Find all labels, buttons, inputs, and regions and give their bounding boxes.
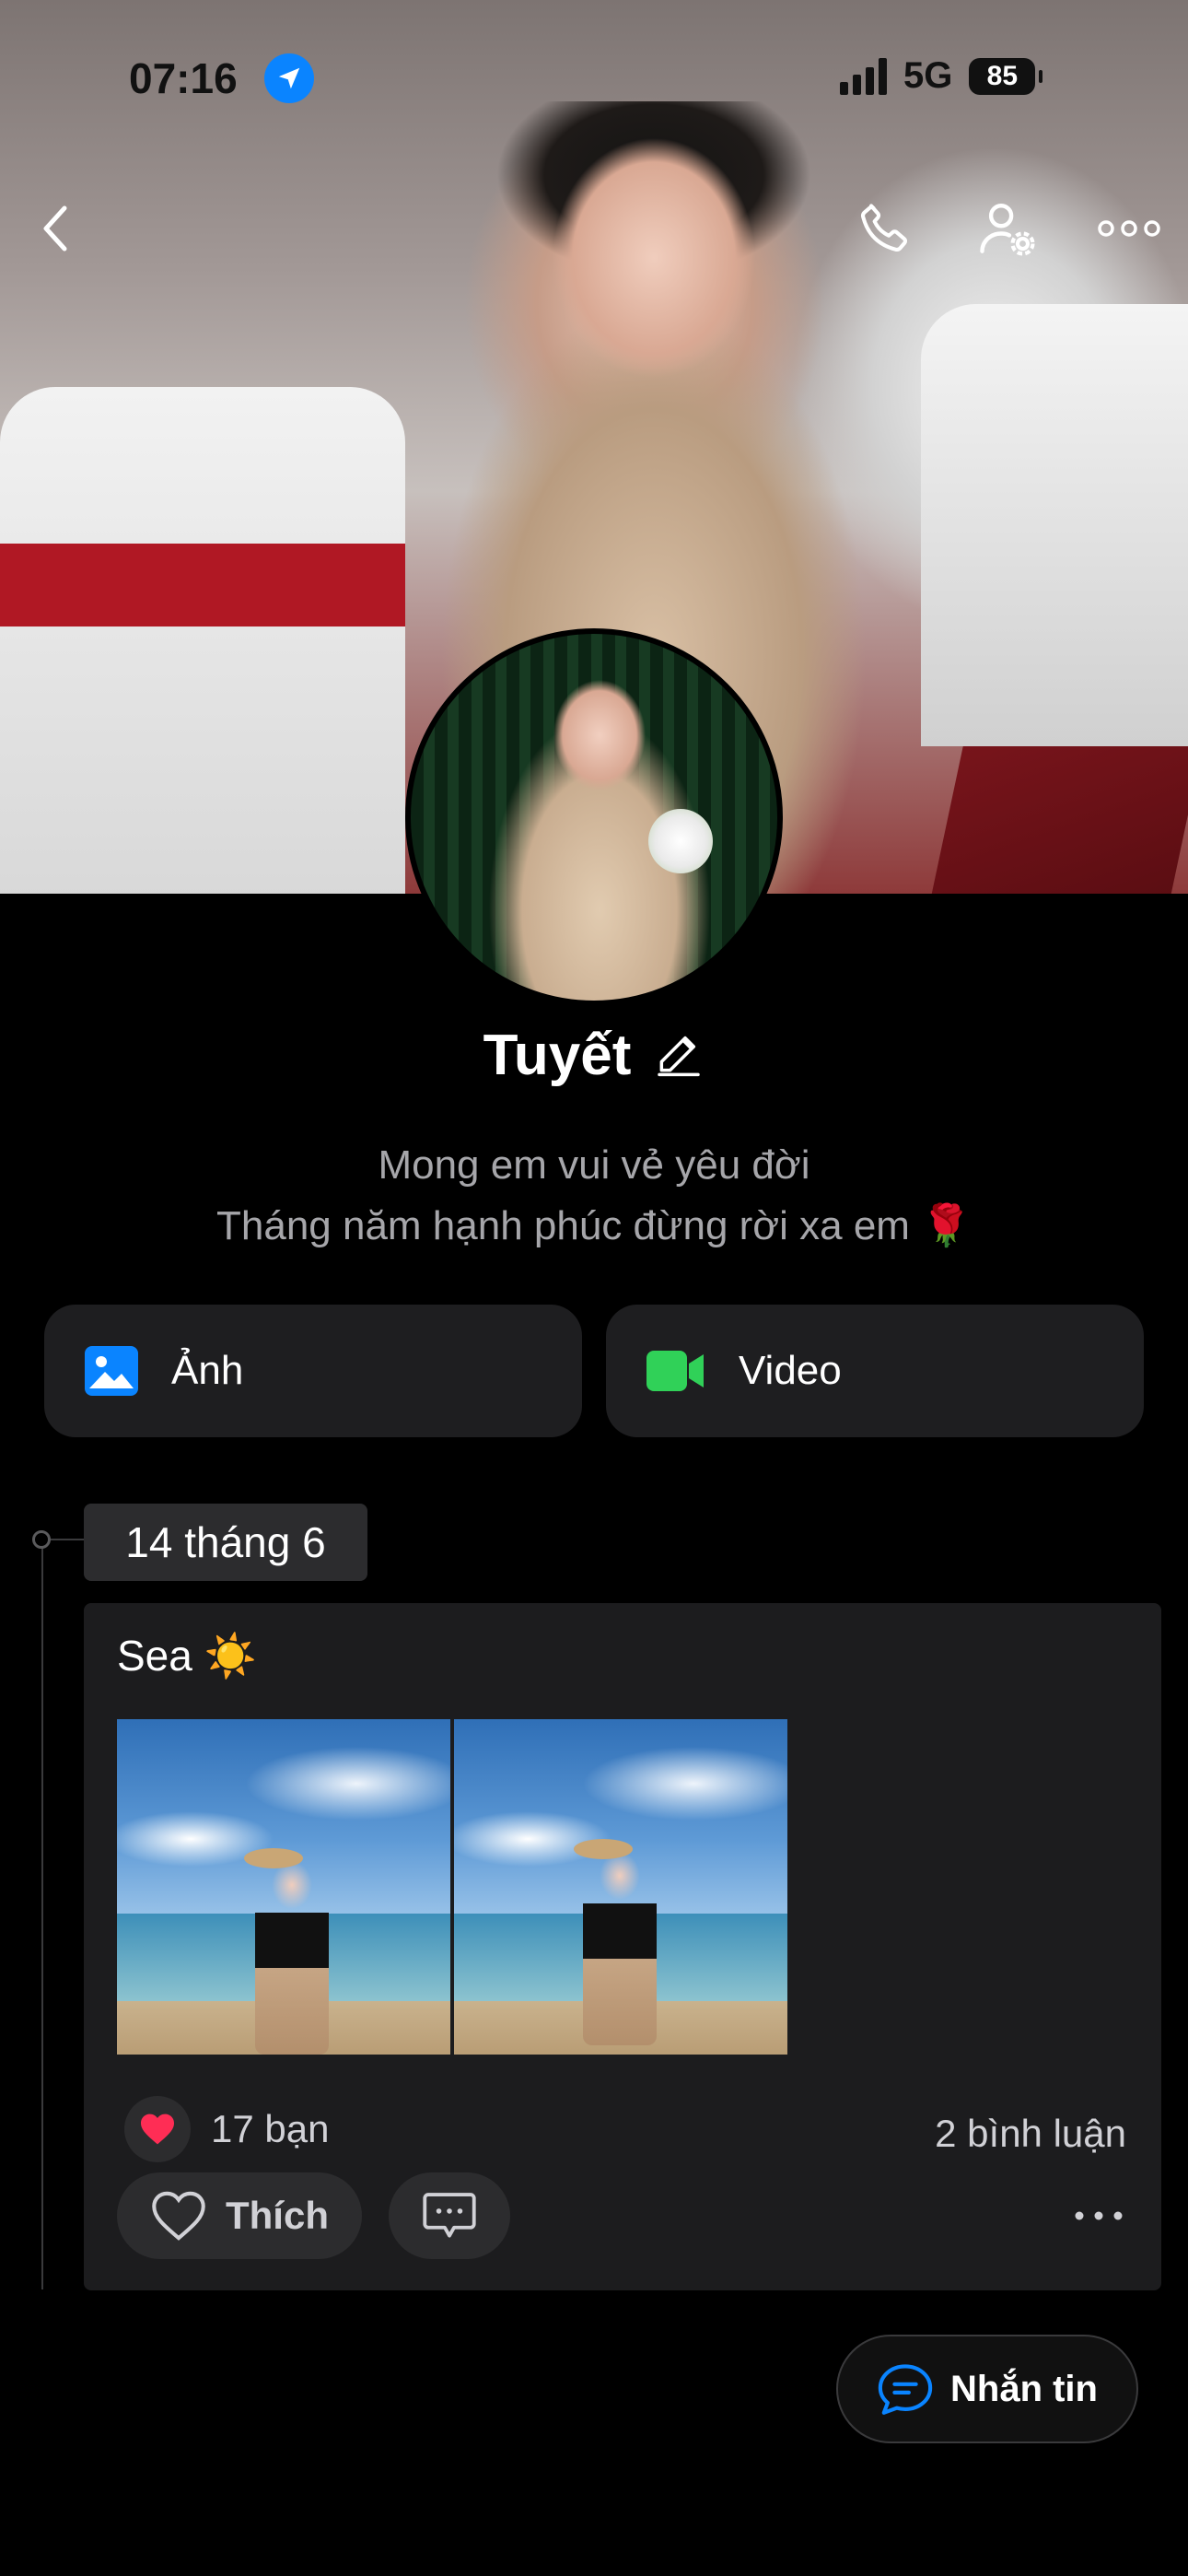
like-label: Thích [226,2194,329,2237]
edit-name-button[interactable] [653,1027,705,1083]
profile-bio: Mong em vui vẻ yêu đời Tháng năm hạnh ph… [0,1135,1188,1257]
post-more-button[interactable] [1071,2193,1126,2239]
post-caption: Sea ☀️ [117,1632,257,1680]
videos-label: Video [739,1348,842,1393]
photo-icon [85,1346,138,1396]
cover-chairs-right [921,304,1188,746]
battery-icon: 85 [969,57,1043,95]
ellipsis-icon [1098,220,1160,237]
message-label: Nhắn tin [950,2368,1098,2409]
comment-button[interactable] [389,2172,510,2259]
profile-settings-button[interactable] [971,192,1044,265]
timeline-connector [51,1539,84,1540]
comments-count[interactable]: 2 bình luận [935,2112,1126,2156]
likes-count: 17 bạn [211,2107,330,2150]
network-label: 5G [903,55,953,96]
timeline-line [41,1543,43,2289]
avatar-bouquet [648,809,713,873]
bio-line-2: Tháng năm hạnh phúc đừng rời xa em 🌹 [216,1203,972,1248]
phone-icon [861,204,908,252]
timeline-dot [32,1530,51,1549]
like-button[interactable]: Thích [117,2172,362,2259]
name-row: Tuyết [0,1023,1188,1088]
comment-icon [423,2193,476,2238]
photos-label: Ảnh [171,1348,244,1393]
status-indicators: 5G 85 [840,55,1043,97]
ellipsis-icon [1075,2211,1123,2220]
call-button[interactable] [847,192,921,265]
more-options-button[interactable] [1092,192,1166,265]
post-photo-2[interactable] [454,1719,787,2055]
avatar[interactable] [405,628,783,1006]
video-camera-icon [646,1351,704,1391]
cover-chairs-left [0,387,405,894]
status-time: 07:16 [129,54,238,102]
likes-summary[interactable]: 17 bạn [124,2096,329,2162]
user-settings-icon [980,204,1035,256]
chat-bubble-icon [878,2364,933,2415]
pencil-icon [658,1036,701,1077]
battery-level: 85 [986,60,1019,91]
heart-outline-icon [152,2191,205,2241]
back-button[interactable] [18,192,92,265]
message-button[interactable]: Nhắn tin [836,2335,1138,2443]
bio-line-1: Mong em vui vẻ yêu đời [378,1142,810,1188]
signal-icon [840,57,887,95]
location-arrow-icon [264,53,314,103]
profile-name: Tuyết [483,1024,632,1087]
heart-reaction-icon [124,2096,191,2162]
videos-button[interactable]: Video [606,1305,1144,1437]
chevron-left-icon [43,205,67,252]
photos-button[interactable]: Ảnh [44,1305,582,1437]
post-photo-1[interactable] [117,1719,450,2055]
post-card[interactable]: Sea ☀️ 17 bạn 2 bình luận Thích [84,1603,1161,2290]
timeline-date: 14 tháng 6 [84,1504,367,1581]
